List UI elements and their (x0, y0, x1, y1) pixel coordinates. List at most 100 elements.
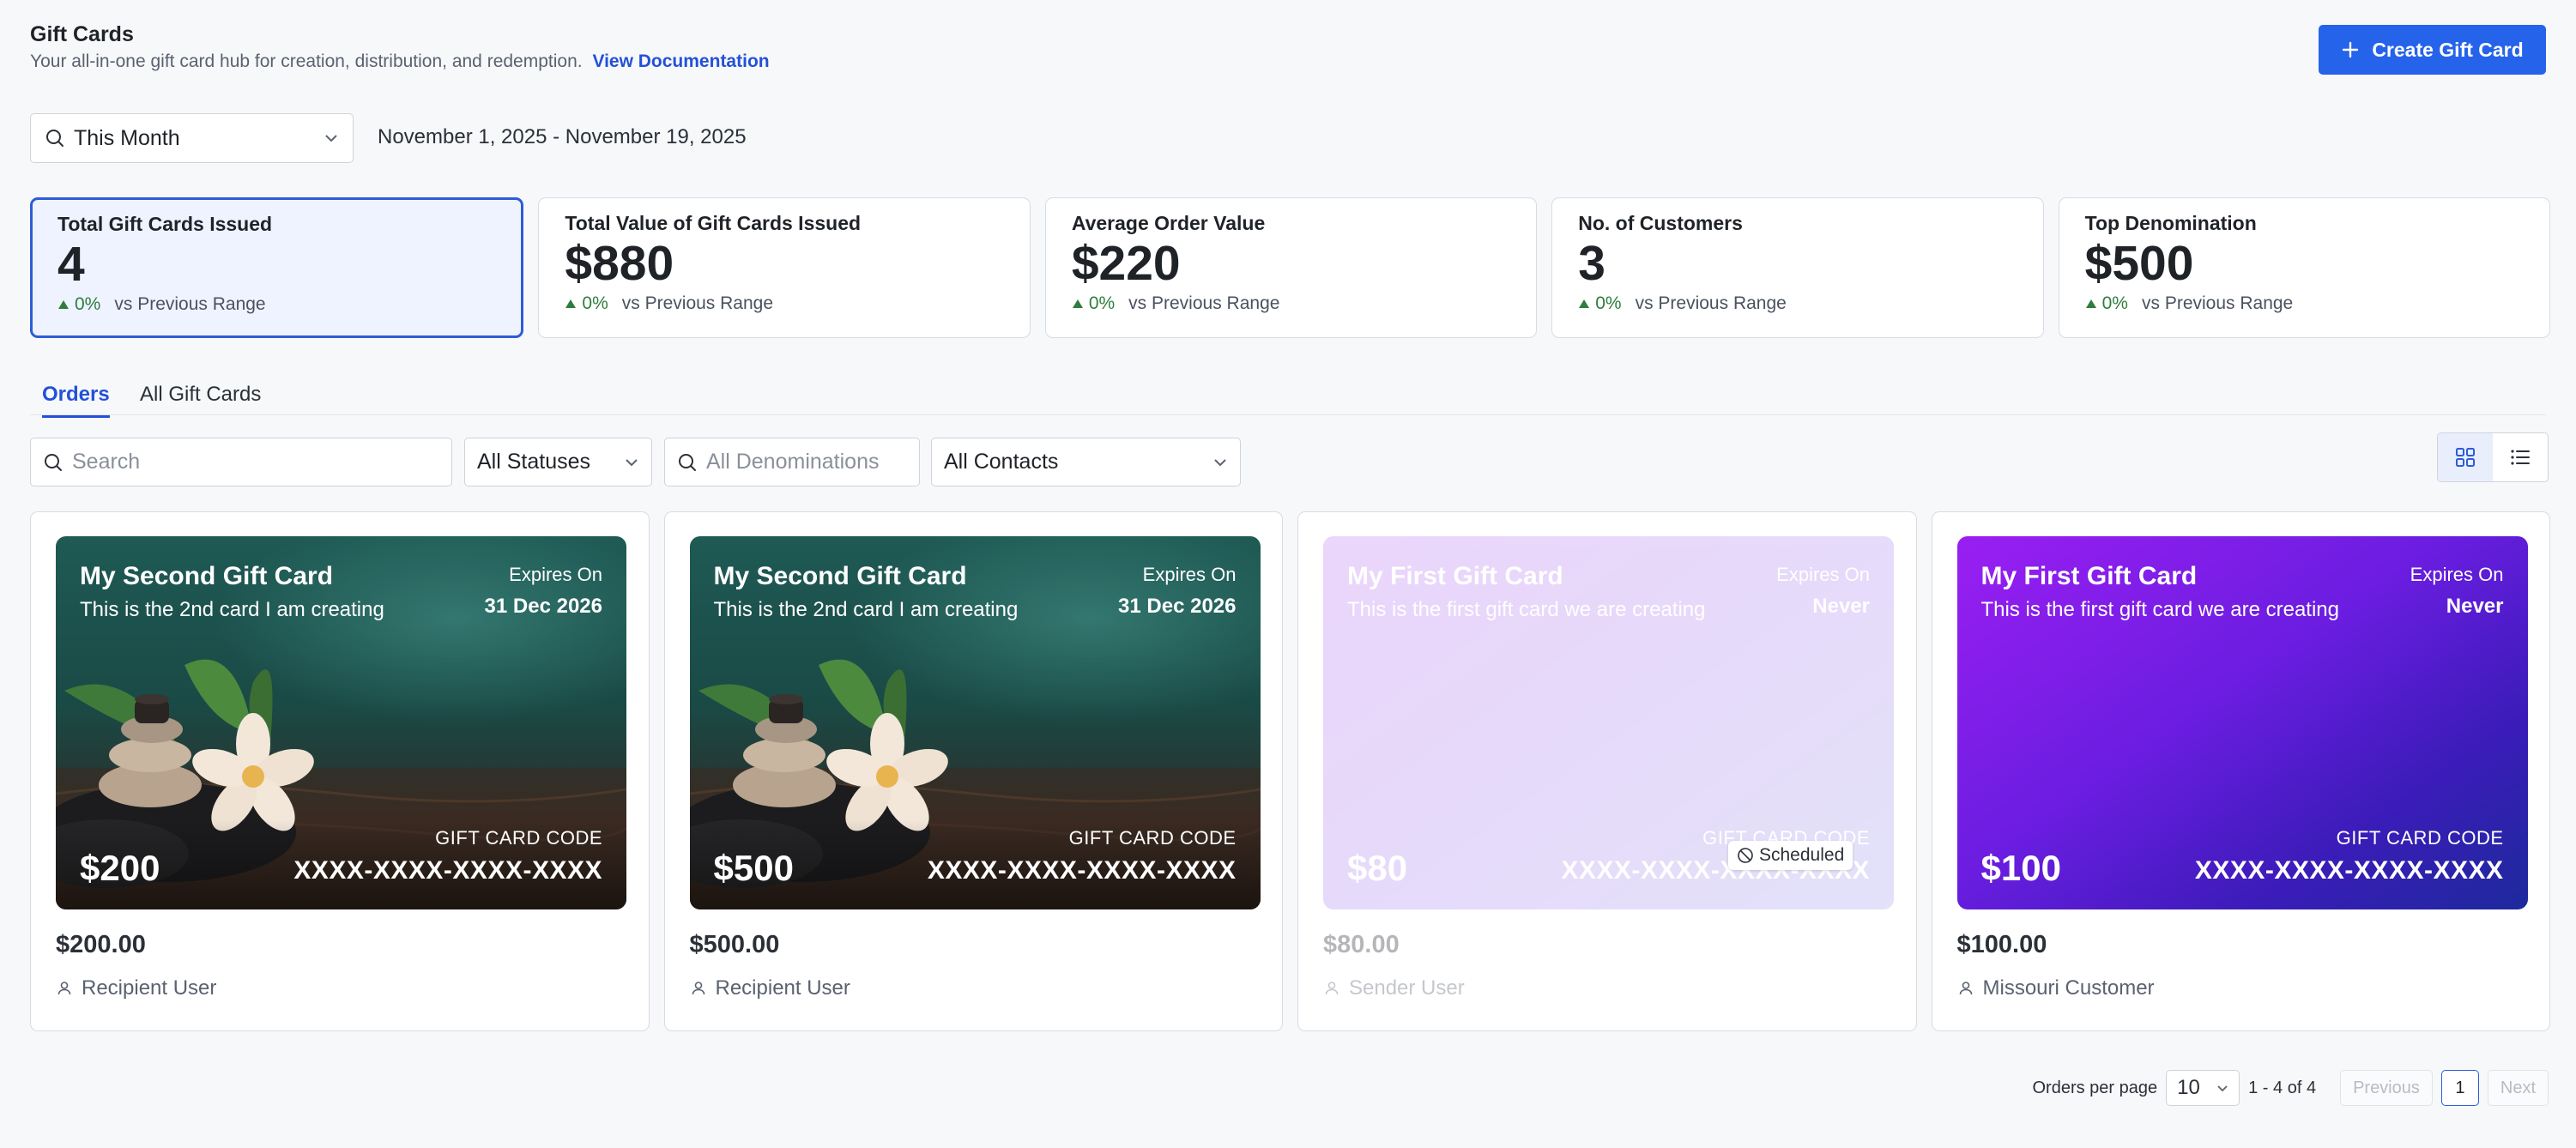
status-filter-select[interactable]: All Statuses (464, 438, 652, 486)
card-user-name: Missouri Customer (1982, 976, 2155, 1000)
contacts-filter-value: All Contacts (944, 450, 1059, 474)
expires-value: Never (2446, 595, 2504, 618)
status-filter-value: All Statuses (477, 450, 591, 474)
gift-card-description: This is the 2nd card I am creating (713, 598, 1019, 621)
code-value: XXXX-XXXX-XXXX-XXXX (293, 856, 602, 885)
stat-delta-value: 0% (1595, 293, 1622, 313)
triangle-up-icon (1072, 298, 1084, 310)
card-user: Recipient User (690, 976, 850, 1000)
card-meta: $500.00 Recipient User (690, 931, 850, 1000)
card-user-name: Sender User (1349, 976, 1465, 1000)
gift-card-tile[interactable]: My First Gift Card This is the first gif… (1931, 511, 2550, 1031)
gift-card-description: This is the first gift card we are creat… (1347, 598, 1706, 621)
page-subtitle: Your all-in-one gift card hub for creati… (30, 51, 770, 72)
card-user: Missouri Customer (1957, 976, 2155, 1000)
stat-compare: vs Previous Range (114, 294, 266, 314)
view-toggle (2437, 432, 2549, 482)
card-meta: $100.00 Missouri Customer (1957, 931, 2155, 1000)
list-view-button[interactable] (2493, 433, 2548, 481)
grid-icon (2454, 446, 2476, 468)
gift-card-tile[interactable]: My Second Gift Card This is the 2nd card… (30, 511, 650, 1031)
stat-card-average-order[interactable]: Average Order Value $220 0% vs Previous … (1044, 197, 1538, 338)
stat-value: $500 (2084, 236, 2194, 291)
stat-delta: 0% vs Previous Range (57, 294, 496, 315)
user-icon (690, 980, 707, 997)
search-placeholder: Search (72, 450, 141, 474)
per-page-value: 10 (2177, 1076, 2200, 1099)
stat-delta: 0% vs Previous Range (565, 293, 1003, 314)
code-value: XXXX-XXXX-XXXX-XXXX (927, 856, 1237, 885)
stat-label: No. of Customers (1578, 212, 1743, 234)
denomination-filter-input[interactable]: All Denominations (664, 438, 920, 486)
stat-label: Average Order Value (1071, 212, 1266, 234)
page-title: Gift Cards (30, 22, 134, 46)
triangle-up-icon (57, 299, 70, 311)
code-value: XXXX-XXXX-XXXX-XXXX (2194, 856, 2504, 885)
contacts-filter-select[interactable]: All Contacts (931, 438, 1241, 486)
user-icon (1957, 980, 1974, 997)
create-gift-card-button[interactable]: Create Gift Card (2319, 25, 2546, 75)
next-page-button[interactable]: Next (2487, 1070, 2549, 1106)
search-icon (45, 128, 65, 148)
stat-label: Total Value of Gift Cards Issued (565, 212, 862, 234)
gift-card-visual[interactable]: My Second Gift Card This is the 2nd card… (689, 536, 1261, 909)
expires-value: Never (1812, 595, 1870, 618)
user-icon (56, 980, 73, 997)
expires-label: Expires On (1776, 564, 1870, 585)
clock-icon (1737, 847, 1754, 864)
stat-delta-value: 0% (2101, 293, 2128, 313)
tab-bar: Orders All Gift Cards (30, 378, 2546, 418)
expires-value: 31 Dec 2026 (484, 595, 602, 618)
card-user-name: Recipient User (82, 976, 217, 1000)
page-header: Gift Cards Your all-in-one gift card hub… (30, 19, 2546, 79)
scheduled-label: Scheduled (1759, 845, 1845, 865)
gift-card-visual[interactable]: My Second Gift Card This is the 2nd card… (56, 536, 626, 909)
search-icon (43, 452, 63, 473)
denomination-placeholder: All Denominations (706, 450, 880, 474)
tab-all-gift-cards[interactable]: All Gift Cards (140, 383, 261, 415)
per-page-select[interactable]: 10 (2166, 1070, 2240, 1106)
scheduled-badge: Scheduled (1728, 841, 1853, 870)
date-range-text: November 1, 2025 - November 19, 2025 (378, 125, 747, 148)
card-price: $500.00 (689, 931, 780, 958)
subtitle-text: Your all-in-one gift card hub for creati… (30, 51, 583, 71)
per-page-label: Orders per page (2032, 1078, 2158, 1097)
stat-value: 4 (57, 237, 85, 292)
plus-icon (2341, 40, 2360, 59)
date-range-select[interactable]: This Month (30, 113, 354, 163)
tab-orders[interactable]: Orders (42, 383, 110, 418)
user-icon (1323, 980, 1340, 997)
gift-card-amount: $200 (80, 848, 160, 888)
grid-view-button[interactable] (2438, 433, 2493, 481)
stat-compare: vs Previous Range (2141, 293, 2294, 313)
stat-card-top-denomination[interactable]: Top Denomination $500 0% vs Previous Ran… (2058, 197, 2551, 338)
stat-label: Top Denomination (2084, 212, 2257, 234)
stats-row: Total Gift Cards Issued 4 0% vs Previous… (30, 197, 2551, 338)
gift-card-visual[interactable]: My First Gift Card This is the first gif… (1956, 536, 2528, 909)
previous-page-button[interactable]: Previous (2340, 1070, 2433, 1106)
card-user: Sender User (1323, 976, 1465, 1000)
code-label: GIFT CARD CODE (1068, 827, 1237, 849)
page-number-button[interactable]: 1 (2440, 1070, 2479, 1106)
card-price: $80.00 (1323, 931, 1400, 958)
card-user-name: Recipient User (715, 976, 850, 1000)
page-range: 1 - 4 of 4 (2248, 1078, 2317, 1097)
expires-label: Expires On (1142, 564, 1237, 585)
search-icon (677, 452, 698, 473)
code-label: GIFT CARD CODE (2336, 827, 2504, 849)
stat-delta: 0% vs Previous Range (2085, 293, 2524, 314)
stat-delta: 0% vs Previous Range (1072, 293, 1510, 314)
gift-card-amount: $100 (1980, 848, 2061, 888)
gift-card-tile[interactable]: My Second Gift Card This is the 2nd card… (663, 511, 1283, 1031)
gift-card-tile[interactable]: My First Gift Card This is the first gif… (1297, 511, 1917, 1031)
search-input[interactable]: Search (30, 438, 452, 486)
view-documentation-link[interactable]: View Documentation (592, 51, 769, 71)
stat-card-customers[interactable]: No. of Customers 3 0% vs Previous Range (1551, 197, 2044, 338)
stat-card-total-issued[interactable]: Total Gift Cards Issued 4 0% vs Previous… (30, 197, 524, 338)
list-icon (2509, 446, 2531, 468)
stat-compare: vs Previous Range (1128, 293, 1280, 313)
triangle-up-icon (2085, 298, 2097, 310)
stat-card-total-value[interactable]: Total Value of Gift Cards Issued $880 0%… (538, 197, 1031, 338)
stat-value: $220 (1071, 236, 1181, 291)
card-meta: $200.00 Recipient User (56, 931, 216, 1000)
